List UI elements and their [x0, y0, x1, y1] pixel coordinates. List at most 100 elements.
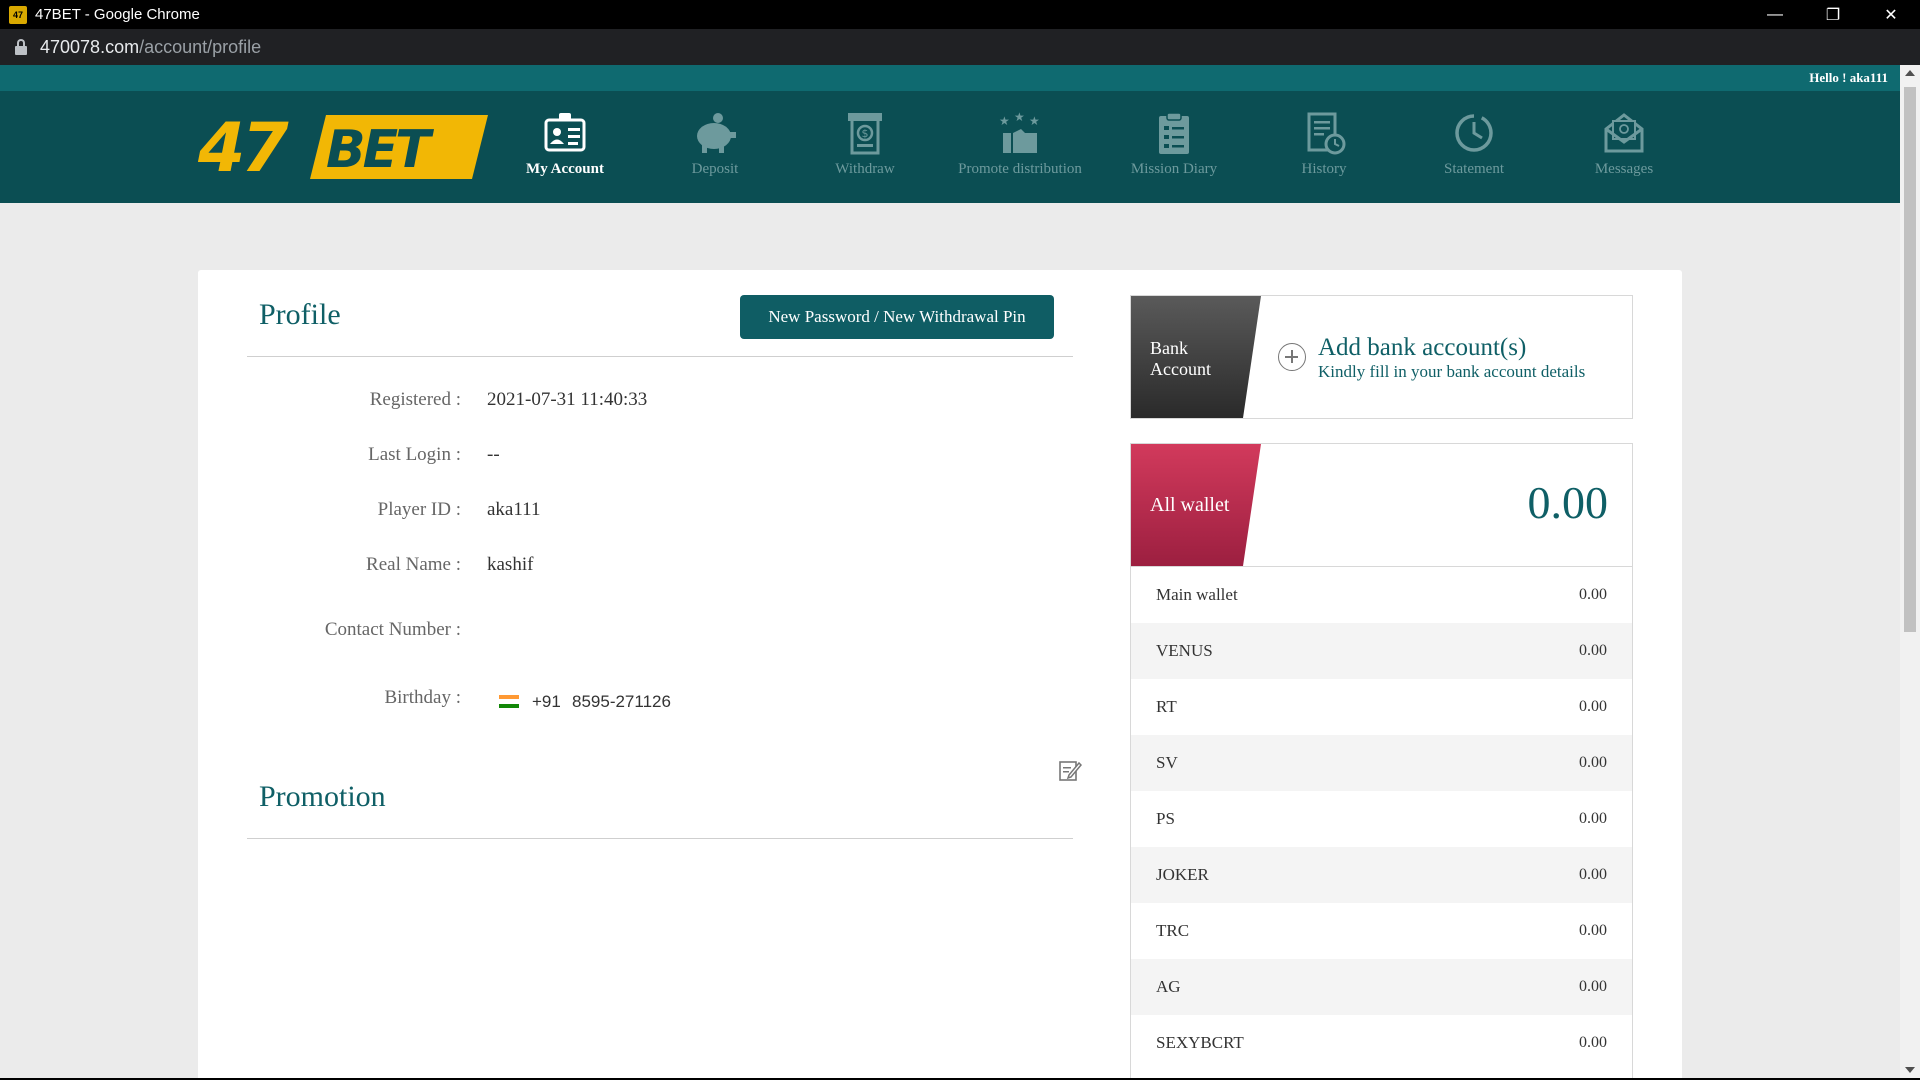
svg-text:★: ★ — [1014, 111, 1025, 124]
wallet-name: SV — [1156, 753, 1178, 772]
wallet-row: SEXYBCRT 0.00 — [1131, 1015, 1632, 1071]
edit-icon[interactable] — [1058, 758, 1082, 782]
wallet-balance: 0.00 — [1579, 586, 1607, 603]
clipboard-checklist-icon — [1159, 112, 1189, 154]
page-scrollbar[interactable] — [1900, 65, 1920, 1078]
browser-titlebar: 47 47BET - Google Chrome — ❐ ✕ — [0, 0, 1920, 29]
player-id-value: aka111 — [487, 499, 541, 520]
nav-label: Promote distribution — [958, 161, 1082, 177]
bank-account-tab — [1131, 296, 1261, 418]
birthday-label: Birthday : — [384, 687, 461, 708]
contact-number-value: 8595-271126 — [572, 692, 671, 711]
wallet-list: Main wallet 0.00 VENUS 0.00 RT 0.00 SV 0.00 … — [1131, 567, 1632, 1071]
nav-history[interactable]: History — [1249, 111, 1399, 178]
user-greeting: Hello ! aka111 — [1809, 70, 1888, 85]
add-bank-subtitle: Kindly fill in your bank account details — [1318, 362, 1586, 381]
svg-text:$: $ — [862, 127, 869, 140]
profile-title: Profile — [259, 298, 341, 331]
nav-label: Messages — [1594, 161, 1654, 177]
url-host: 470078.com — [40, 36, 140, 57]
nav-withdraw[interactable]: $ Withdraw — [790, 111, 940, 178]
wallet-balance: 0.00 — [1579, 978, 1607, 995]
wallet-row: RT 0.00 — [1131, 679, 1632, 735]
wallet-balance: 0.00 — [1579, 866, 1607, 883]
id-card-icon — [544, 113, 586, 152]
scrollbar-thumb[interactable] — [1904, 87, 1916, 632]
window-controls: — ❐ ✕ — [1746, 0, 1920, 29]
svg-text:★: ★ — [999, 114, 1010, 128]
nav-promote-distribution[interactable]: ★ ★ ★ Promote distribution — [945, 111, 1095, 178]
clock-icon — [1455, 114, 1493, 152]
url-path: /account/profile — [139, 36, 262, 57]
wallet-row: JOKER 0.00 — [1131, 847, 1632, 903]
wallet-row: VENUS 0.00 — [1131, 623, 1632, 679]
document-clock-icon — [1307, 112, 1346, 155]
wallet-name: RT — [1156, 697, 1177, 716]
envelope-icon — [1604, 113, 1644, 153]
wallet-row: Main wallet 0.00 — [1131, 567, 1632, 623]
wallet-header: All wallet 0.00 — [1131, 444, 1632, 567]
player-id-label: Player ID : — [377, 499, 461, 520]
wallet-total: 0.00 — [1527, 477, 1609, 528]
nav-mission-diary[interactable]: Mission Diary — [1099, 111, 1249, 178]
wallet-name: JOKER — [1156, 865, 1209, 884]
wallet-name: PS — [1156, 809, 1175, 828]
wallet-name: AG — [1156, 977, 1181, 996]
real-name-label: Real Name : — [366, 554, 461, 575]
scroll-down-icon[interactable] — [1905, 1067, 1915, 1073]
withdraw-cash-icon: $ — [848, 113, 882, 155]
wallet-balance: 0.00 — [1579, 1034, 1607, 1051]
page-viewport: Hello ! aka111 47 BET My Account Deposit… — [0, 65, 1900, 1078]
promotion-title: Promotion — [259, 780, 386, 813]
wallet-name: VENUS — [1156, 641, 1213, 660]
bank-account-box: Bank Account Add bank account(s) Kindly f… — [1130, 295, 1633, 419]
nav-label: My Account — [526, 161, 604, 177]
india-flag-icon — [499, 695, 519, 708]
wallet-balance: 0.00 — [1579, 642, 1607, 659]
wallet-balance: 0.00 — [1579, 810, 1607, 827]
profile-divider — [247, 356, 1073, 357]
change-password-pin-button[interactable]: New Password / New Withdrawal Pin — [740, 295, 1054, 339]
all-wallet-tab — [1131, 444, 1261, 566]
piggy-bank-icon — [697, 113, 736, 153]
top-strip: Hello ! aka111 — [0, 65, 1900, 91]
wallet-row: SV 0.00 — [1131, 735, 1632, 791]
nav-label: History — [1301, 161, 1347, 177]
wallet-name: SEXYBCRT — [1156, 1033, 1244, 1052]
last-login-label: Last Login : — [368, 444, 461, 465]
minimize-icon[interactable]: — — [1746, 0, 1804, 29]
restore-icon[interactable]: ❐ — [1804, 0, 1862, 29]
country-code: +91 — [532, 692, 561, 711]
nav-my-account[interactable]: My Account — [490, 111, 640, 178]
svg-text:★: ★ — [1029, 114, 1040, 128]
account-card: Profile New Password / New Withdrawal Pi… — [198, 270, 1682, 1078]
nav-deposit[interactable]: Deposit — [640, 111, 790, 178]
svg-text:BET: BET — [326, 120, 434, 180]
scroll-up-icon[interactable] — [1905, 70, 1915, 76]
add-bank-title: Add bank account(s) — [1318, 334, 1527, 361]
nav-label: Statement — [1444, 161, 1504, 177]
lock-icon[interactable] — [14, 39, 28, 55]
nav-messages[interactable]: Messages — [1549, 111, 1699, 178]
window-title: 47BET - Google Chrome — [35, 6, 200, 23]
nav-label: Withdraw — [835, 161, 895, 177]
main-navbar: 47 BET My Account Deposit $ Withdraw ★ ★… — [0, 91, 1900, 203]
registered-label: Registered : — [369, 389, 461, 410]
site-logo[interactable]: 47 BET — [198, 111, 488, 183]
promote-stars-icon: ★ ★ ★ — [999, 111, 1040, 153]
svg-text:47: 47 — [198, 111, 289, 183]
wallet-row: AG 0.00 — [1131, 959, 1632, 1015]
wallet-balance: 0.00 — [1579, 922, 1607, 939]
add-circle-icon — [1278, 343, 1306, 371]
real-name-value: kashif — [487, 554, 534, 575]
close-icon[interactable]: ✕ — [1862, 0, 1920, 29]
registered-value: 2021-07-31 11:40:33 — [487, 389, 648, 410]
nav-label: Mission Diary — [1130, 161, 1218, 177]
wallet-box: All wallet 0.00 Main wallet 0.00 VENUS 0.0… — [1130, 443, 1633, 1078]
nav-statement[interactable]: Statement — [1399, 111, 1549, 178]
wallet-balance: 0.00 — [1579, 754, 1607, 771]
address-bar[interactable]: 470078.com/account/profile — [0, 29, 1920, 65]
wallet-name: TRC — [1156, 921, 1190, 940]
nav-label: Deposit — [691, 161, 739, 177]
wallet-name: Main wallet — [1156, 585, 1238, 604]
